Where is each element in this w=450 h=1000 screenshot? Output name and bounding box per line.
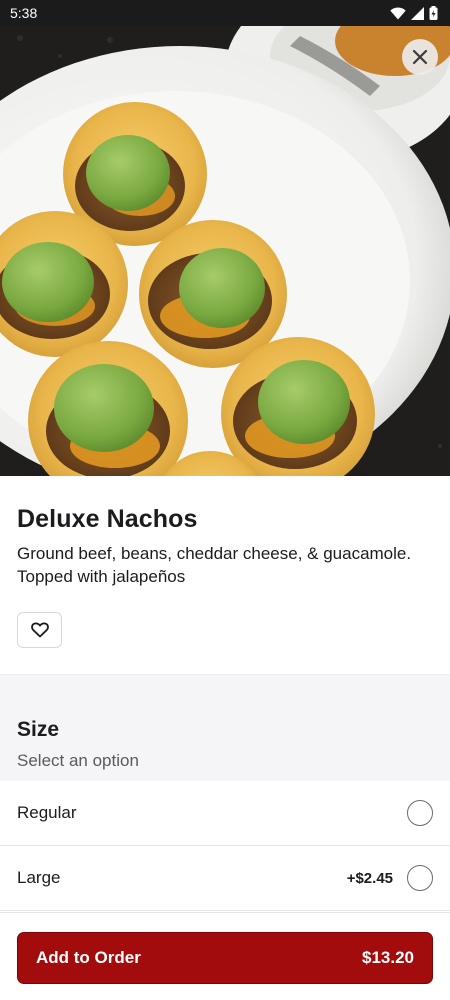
add-to-order-label: Add to Order — [36, 948, 141, 967]
item-title: Deluxe Nachos — [17, 505, 198, 533]
option-price: +$2.45 — [346, 869, 393, 887]
nachos-illustration — [0, 26, 450, 476]
status-time: 5:38 — [10, 5, 38, 21]
battery-icon — [429, 6, 438, 20]
radio-button[interactable] — [407, 800, 433, 826]
size-section-header: Size Select an option — [0, 674, 450, 781]
radio-button[interactable] — [407, 865, 433, 891]
favorite-button[interactable] — [17, 612, 62, 648]
close-icon — [412, 49, 428, 65]
status-icons — [390, 6, 438, 20]
option-label: Large — [17, 868, 61, 887]
option-label: Regular — [17, 803, 77, 822]
item-details: Deluxe Nachos Ground beef, beans, chedda… — [0, 476, 450, 674]
close-button[interactable] — [402, 39, 438, 75]
item-description: Ground beef, beans, cheddar cheese, & gu… — [17, 544, 412, 586]
option-regular[interactable]: Regular — [0, 781, 450, 846]
order-total: $13.20 — [362, 948, 414, 967]
section-title: Size — [17, 718, 60, 741]
wifi-icon — [390, 6, 406, 19]
section-subtitle: Select an option — [17, 751, 139, 770]
footer: Add to Order $13.20 — [0, 912, 450, 1000]
status-bar: 5:38 — [0, 0, 450, 26]
option-large[interactable]: Large +$2.45 — [0, 846, 450, 911]
signal-icon — [411, 6, 424, 20]
add-to-order-button[interactable]: Add to Order $13.20 — [17, 932, 433, 984]
item-photo — [0, 26, 450, 476]
heart-outline-icon — [30, 622, 49, 638]
